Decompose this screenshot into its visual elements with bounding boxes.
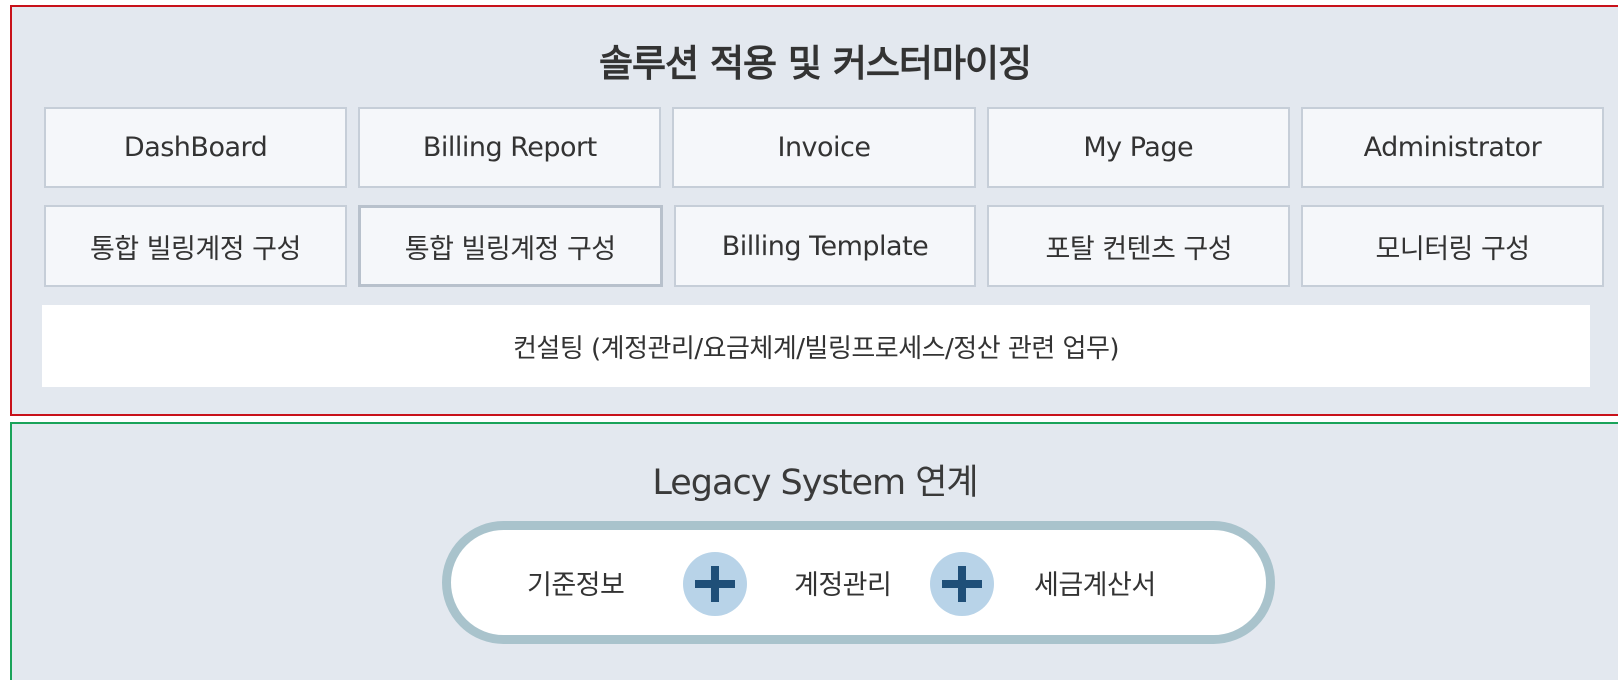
config-portal-contents: 포탈 컨텐츠 구성 — [987, 205, 1291, 287]
module-dashboard: DashBoard — [44, 107, 348, 188]
legacy-item-account-management: 계정관리 — [794, 570, 892, 601]
module-my-page: My Page — [986, 107, 1290, 188]
module-invoice: Invoice — [672, 107, 976, 188]
config-billing-account-1: 통합 빌링계정 구성 — [44, 205, 347, 287]
legacy-panel: Legacy System 연계 기준정보 계정관리 세금계산서 — [10, 422, 1618, 680]
plus-icon — [683, 552, 747, 616]
consulting-bar: 컨설팅 (계정관리/요금체계/빌링프로세스/정산 관련 업무) — [42, 305, 1590, 387]
config-monitoring: 모니터링 구성 — [1301, 205, 1604, 287]
module-administrator: Administrator — [1300, 107, 1605, 188]
module-row-1: DashBoard Billing Report Invoice My Page… — [44, 107, 1605, 188]
legacy-integration-pill: 기준정보 계정관리 세금계산서 — [442, 521, 1275, 644]
config-billing-account-2: 통합 빌링계정 구성 — [357, 205, 663, 287]
legacy-item-tax-invoice: 세금계산서 — [1034, 570, 1156, 601]
solution-panel: 솔루션 적용 및 커스터마이징 DashBoard Billing Report… — [10, 5, 1618, 416]
legacy-item-master-data: 기준정보 — [527, 570, 625, 601]
plus-icon — [930, 552, 994, 616]
module-row-2: 통합 빌링계정 구성 통합 빌링계정 구성 Billing Template 포… — [44, 205, 1604, 287]
solution-panel-title: 솔루션 적용 및 커스터마이징 — [598, 42, 1032, 85]
module-billing-report: Billing Report — [358, 107, 662, 188]
config-billing-template: Billing Template — [673, 205, 977, 287]
legacy-panel-title: Legacy System 연계 — [652, 463, 978, 503]
